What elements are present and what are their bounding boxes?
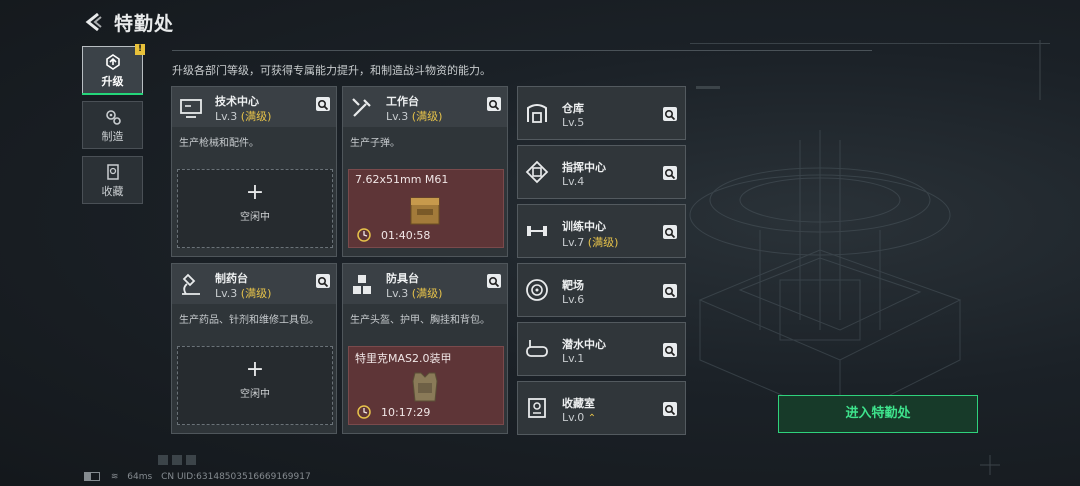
search-icon[interactable] [663,284,677,298]
production-timer: 01:40:58 [381,229,431,242]
idle-label: 空闲中 [240,389,270,400]
dept-name: 工作台 [386,95,419,108]
nav-tab-label: 制造 [101,130,124,143]
page-description: 升级各部门等级，可获得专属能力提升，和制造战斗物资的能力。 [172,64,491,77]
idle-slot[interactable]: + 空闲中 [177,346,333,425]
timer-icon [357,405,371,419]
battery-icon [84,472,100,481]
nav-tab-label: 升级 [101,75,124,88]
facility-level: Lv.4 [562,175,585,188]
search-icon[interactable] [663,343,677,357]
upgrade-icon [105,54,120,70]
target-icon [526,279,548,301]
search-icon[interactable] [316,274,330,288]
search-icon[interactable] [487,97,501,111]
warehouse-icon [527,104,547,123]
search-icon[interactable] [663,402,677,416]
idle-label: 空闲中 [240,212,270,223]
production-slot[interactable]: 7.62x51mm M61 01:40:58 [348,169,504,248]
nav-tab-craft[interactable]: 制造 [82,101,143,149]
facility-name: 仓库 [562,102,584,115]
header-divider-right [690,43,1050,44]
ammo-box-icon [410,197,440,225]
dept-name: 技术中心 [215,95,259,108]
wifi-icon: ≋ [110,472,119,482]
plus-icon: + [245,180,265,205]
page-title: 特勤处 [114,13,175,35]
search-icon[interactable] [316,97,330,111]
nav-tab-collection[interactable]: 收藏 [82,156,143,204]
nav-tab-upgrade[interactable]: 升级 [82,46,143,94]
dept-level: Lv.3 (满级) [386,110,443,123]
search-icon[interactable] [487,274,501,288]
facility-level: Lv.7 (满级) [562,236,619,249]
microscope-icon [182,273,200,295]
plus-icon: + [245,357,265,382]
cubes-icon [353,275,371,294]
dumbbell-icon [527,226,547,236]
facility-shooting-range[interactable]: 靶场 Lv.6 [517,263,686,317]
idle-slot[interactable]: + 空闲中 [177,169,333,248]
alert-badge: ! [135,44,145,55]
facility-warehouse[interactable]: 仓库 Lv.5 [517,86,686,140]
dept-card-workbench[interactable]: 工作台 Lv.3 (满级) 生产子弹。 7.62x51mm M61 01:40:… [342,86,508,257]
facility-name: 潜水中心 [562,338,606,351]
collection-icon [106,164,119,180]
dept-level: Lv.3 (满级) [386,287,443,300]
uid-label: CN UID:6314850351666916991​7 [161,472,311,482]
production-item-name: 7.62x51mm M61 [355,173,449,186]
dept-description: 生产药品、针剂和维修工具包。 [179,315,319,326]
facility-command-center[interactable]: 指挥中心 Lv.4 [517,145,686,199]
ping-value: 64ms [127,472,153,482]
search-icon[interactable] [663,107,677,121]
diving-mask-icon [526,340,548,357]
dept-card-armor-bench[interactable]: 防具台 Lv.3 (满级) 生产头盔、护甲、胸挂和背包。 特里克MAS2.0装甲… [342,263,508,434]
header-divider [172,50,872,51]
dept-card-tech-center[interactable]: 技术中心 Lv.3 (满级) 生产枪械和配件。 + 空闲中 [171,86,337,257]
search-icon[interactable] [663,225,677,239]
enter-base-button[interactable]: 进入特勤处 [778,395,978,433]
facility-level: Lv.6 [562,293,585,306]
body-armor-icon [412,372,438,402]
facility-training-center[interactable]: 训练中心 Lv.7 (满级) [517,204,686,258]
trophy-icon [528,398,546,418]
dept-card-pharmacy[interactable]: 制药台 Lv.3 (满级) 生产药品、针剂和维修工具包。 + 空闲中 [171,263,337,434]
dept-description: 生产头盔、护甲、胸挂和背包。 [350,315,490,326]
dept-level: Lv.3 (满级) [215,110,272,123]
nav-tab-label: 收藏 [101,185,124,198]
upgrade-available-icon: ⌃ [587,413,597,424]
dept-description: 生产子弹。 [350,138,400,149]
facility-level: Lv.1 [562,352,585,365]
dept-name: 防具台 [386,272,419,285]
wrench-icon [352,98,371,117]
production-slot[interactable]: 特里克MAS2.0装甲 10:17:29 [348,346,504,425]
facility-collection-room[interactable]: 收藏室 Lv.0 ⌃ [517,381,686,435]
back-arrow-icon[interactable] [84,12,102,32]
dept-description: 生产枪械和配件。 [179,138,259,149]
facility-name: 训练中心 [562,220,606,233]
search-icon[interactable] [663,166,677,180]
gears-icon [105,110,121,125]
timer-icon [357,228,371,242]
dept-name: 制药台 [215,272,248,285]
dept-level: Lv.3 (满级) [215,287,272,300]
nav-active-indicator [82,93,143,95]
monitor-icon [180,99,202,118]
chip-icon [525,160,549,184]
facility-level: Lv.0 ⌃ [562,411,597,424]
facility-diving-center[interactable]: 潜水中心 Lv.1 [517,322,686,376]
facility-name: 收藏室 [562,397,595,410]
production-timer: 10:17:29 [381,406,431,419]
status-footer: ≋ 64ms CN UID:6314850351666916991​7 [84,472,317,482]
facility-name: 靶场 [562,279,584,292]
facility-name: 指挥中心 [562,161,606,174]
facility-level: Lv.5 [562,116,585,129]
production-item-name: 特里克MAS2.0装甲 [355,352,452,365]
